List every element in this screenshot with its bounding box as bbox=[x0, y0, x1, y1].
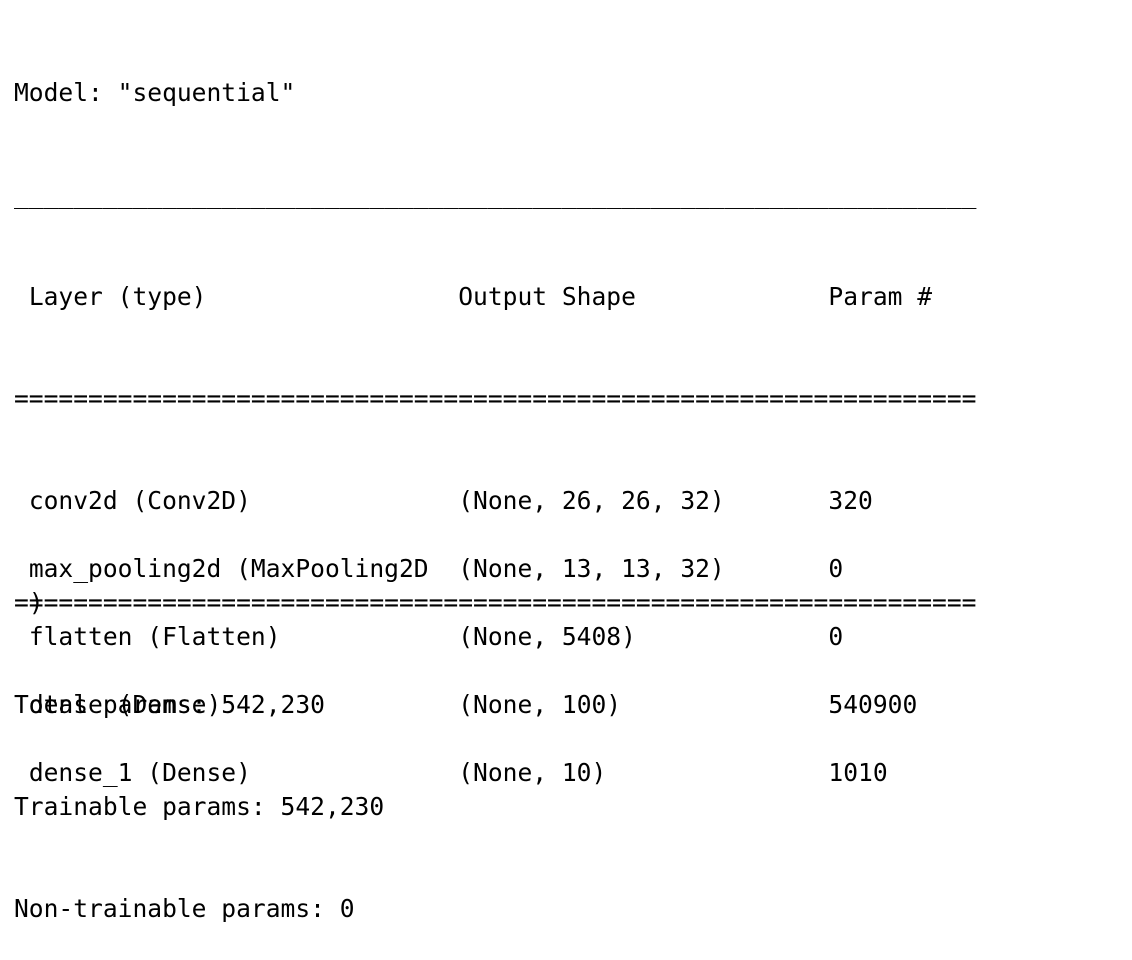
layer-param-count: 320 bbox=[828, 486, 873, 515]
layer-output-shape: (None, 5408) bbox=[458, 622, 636, 651]
header-layer-type: Layer (type) bbox=[28, 282, 207, 311]
layer-param-count: 0 bbox=[828, 622, 844, 651]
trainable-params: Trainable params: 542,230 bbox=[14, 792, 385, 821]
layer-output-shape: (None, 26, 26, 32) bbox=[458, 486, 725, 515]
layer-row-continuation bbox=[14, 518, 976, 552]
header-param-count: Param # bbox=[828, 282, 933, 311]
layer-row: dense_1 (Dense) (None, 10) 1010 bbox=[14, 756, 976, 790]
model-title: Model: "sequential" bbox=[14, 78, 296, 107]
footer-double-rule: ========================================… bbox=[14, 588, 977, 617]
layer-output-shape: (None, 13, 13, 32) bbox=[458, 554, 725, 583]
layer-name: conv2d (Conv2D) bbox=[28, 486, 251, 515]
layer-row-continuation bbox=[14, 654, 976, 688]
layer-row: conv2d (Conv2D) (None, 26, 26, 32) 320 bbox=[14, 484, 976, 518]
layer-param-count: 540900 bbox=[828, 690, 918, 719]
model-summary: Model: "sequential" ____________________… bbox=[14, 8, 976, 960]
layer-table-body: conv2d (Conv2D) (None, 26, 26, 32) 320 m… bbox=[14, 484, 976, 787]
top-rule: ________________________________________… bbox=[14, 180, 977, 209]
layer-name: flatten (Flatten) bbox=[28, 622, 281, 651]
header-double-rule: ========================================… bbox=[14, 384, 977, 413]
layer-row-continuation bbox=[14, 722, 976, 756]
layer-output-shape: (None, 100) bbox=[458, 690, 622, 719]
layer-param-count: 0 bbox=[828, 554, 844, 583]
layer-row: flatten (Flatten) (None, 5408) 0 bbox=[14, 620, 976, 654]
layer-name: max_pooling2d (MaxPooling2D bbox=[28, 554, 429, 583]
non-trainable-params: Non-trainable params: 0 bbox=[14, 894, 355, 923]
layer-row: max_pooling2d (MaxPooling2D (None, 13, 1… bbox=[14, 552, 976, 586]
header-row: Layer (type) Output Shape Param # bbox=[14, 280, 976, 314]
layer-name: dense_1 (Dense) bbox=[28, 758, 251, 787]
layer-output-shape: (None, 10) bbox=[458, 758, 607, 787]
header-output-shape: Output Shape bbox=[458, 282, 636, 311]
layer-param-count: 1010 bbox=[828, 758, 888, 787]
